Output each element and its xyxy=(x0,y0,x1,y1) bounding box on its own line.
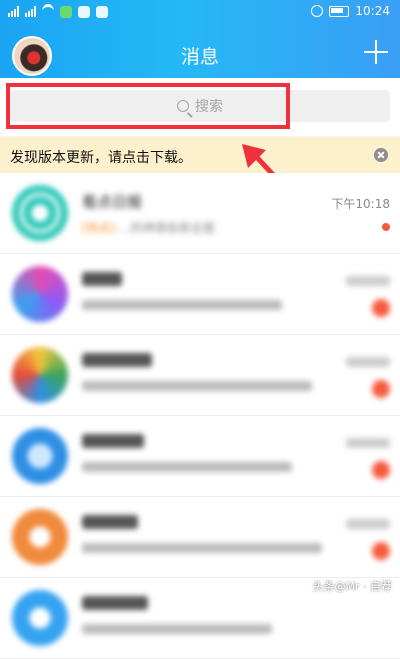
page-title: 消息 xyxy=(180,46,219,68)
avatar xyxy=(12,185,68,241)
conversation-preview: [热点] ...的神德各款全面 xyxy=(82,221,215,235)
list-item[interactable] xyxy=(0,254,400,335)
list-item[interactable] xyxy=(0,497,400,578)
status-left-icons xyxy=(8,4,108,19)
time-area xyxy=(300,173,400,253)
app-notification-icon-3 xyxy=(96,5,108,18)
conversation-time xyxy=(346,357,390,367)
unread-badge xyxy=(372,461,390,479)
status-right: 10:24 xyxy=(311,4,390,18)
list-item[interactable] xyxy=(0,335,400,416)
list-item[interactable]: 看点日报 [热点] ...的神德各款全面 下午10:18 xyxy=(0,173,400,254)
update-banner-text: 发现版本更新，请点击下载。 xyxy=(10,150,192,166)
conversation-time xyxy=(346,276,390,286)
conversation-preview xyxy=(82,624,272,634)
unread-badge xyxy=(372,380,390,398)
app-header: 10:24 消息 xyxy=(0,0,400,78)
status-time: 10:24 xyxy=(355,4,390,18)
conversation-time: 下午10:18 xyxy=(331,197,390,211)
conversation-name xyxy=(82,596,148,610)
conversation-preview xyxy=(82,381,312,391)
alarm-icon xyxy=(311,5,324,17)
conversation-name xyxy=(82,515,138,529)
close-icon[interactable] xyxy=(374,148,388,162)
list-item[interactable] xyxy=(0,416,400,497)
status-bar: 10:24 xyxy=(0,0,400,24)
conversation-time xyxy=(346,519,390,529)
update-banner[interactable]: 发现版本更新，请点击下载。 xyxy=(0,137,400,173)
unread-badge xyxy=(372,542,390,560)
conversation-preview xyxy=(82,462,292,472)
conversation-name xyxy=(82,434,144,448)
wifi-icon xyxy=(42,4,54,19)
signal-icon xyxy=(8,6,19,17)
watermark: 头条@Mr · 自荐 xyxy=(312,580,392,593)
avatar xyxy=(12,347,68,403)
avatar xyxy=(12,428,68,484)
signal-icon-2 xyxy=(25,6,36,17)
conversation-name: 看点日报 xyxy=(82,193,143,211)
plus-icon[interactable] xyxy=(362,38,390,66)
battery-icon xyxy=(329,5,350,17)
unread-dot xyxy=(382,223,390,231)
annotation-highlight-box xyxy=(6,83,290,129)
conversation-time xyxy=(346,438,390,448)
avatar xyxy=(12,590,68,646)
conversation-preview xyxy=(82,300,282,310)
conversation-name xyxy=(82,353,152,367)
unread-badge xyxy=(372,299,390,317)
conversation-preview xyxy=(82,543,322,553)
avatar xyxy=(12,266,68,322)
avatar xyxy=(12,509,68,565)
conversation-name xyxy=(82,272,122,286)
app-notification-icon-2 xyxy=(78,5,90,18)
app-notification-icon xyxy=(60,5,72,18)
